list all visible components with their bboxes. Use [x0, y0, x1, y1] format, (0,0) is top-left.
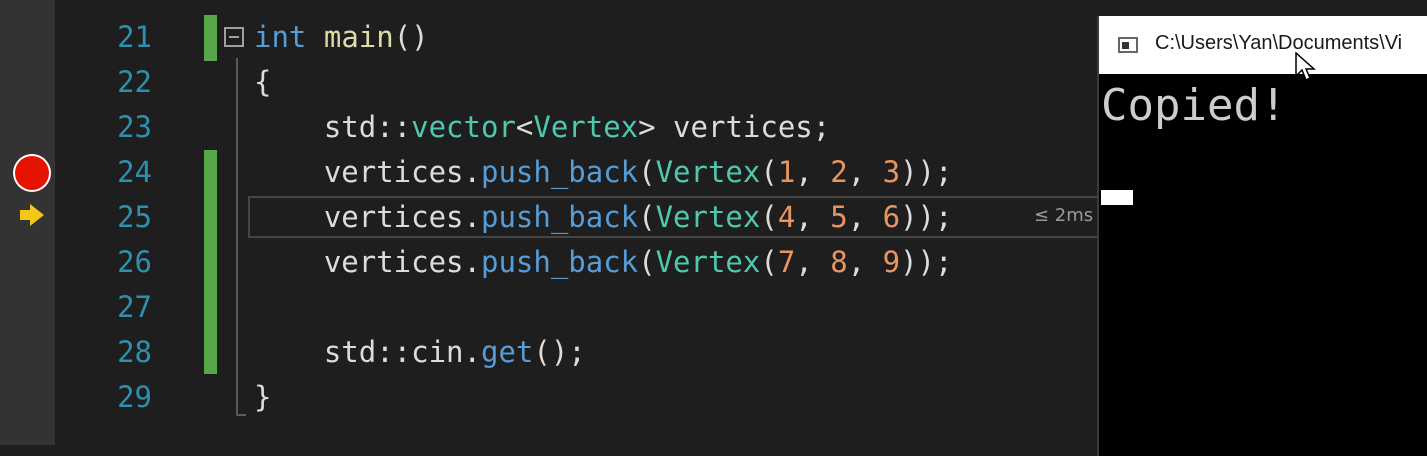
code-token: get [480, 335, 534, 369]
code-line[interactable]: 27 [0, 285, 1100, 330]
code-token: > vertices; [638, 110, 831, 144]
code-token: Vertex [533, 110, 639, 144]
code-token: ( [760, 245, 778, 279]
code-token: , [795, 245, 831, 279]
code-token: push_back [480, 200, 639, 234]
code-token: main [323, 20, 394, 54]
code-token: , [795, 200, 831, 234]
code-token: )); [900, 200, 953, 234]
code-token: )); [900, 155, 953, 189]
code-token: 8 [830, 245, 848, 279]
line-number: 25 [117, 200, 152, 234]
console-titlebar[interactable]: C:\Users\Yan\Documents\Vi [1099, 16, 1427, 74]
code-token: ( [760, 200, 778, 234]
code-token: std::cin. [254, 335, 481, 369]
line-number: 22 [117, 65, 152, 99]
code-token: Vertex [655, 245, 761, 279]
code-line[interactable]: 28 std::cin.get(); [0, 330, 1100, 375]
code-token: 2 [830, 155, 848, 189]
code-token: ( [638, 200, 656, 234]
code-token: ( [638, 245, 656, 279]
perf-tip[interactable]: ≤ 2ms [1034, 205, 1093, 226]
code-token: , [847, 200, 883, 234]
code-token: vertices. [254, 200, 481, 234]
code-token: vertices. [254, 155, 481, 189]
code-token: () [393, 20, 429, 54]
console-cursor [1101, 190, 1133, 205]
console-output: Copied! [1101, 80, 1287, 131]
code-line[interactable]: 23 std::vector<Vertex> vertices; [0, 105, 1100, 150]
code-token: 3 [882, 155, 901, 189]
code-token: vector [411, 110, 516, 144]
code-text[interactable]: } [254, 375, 271, 420]
code-token: push_back [480, 245, 639, 279]
code-text[interactable]: vertices.push_back(Vertex(7, 8, 9)); [254, 240, 953, 285]
code-token: Vertex [655, 200, 761, 234]
line-number: 26 [117, 245, 152, 279]
console-title: C:\Users\Yan\Documents\Vi [1155, 32, 1403, 54]
code-token: vertices. [254, 245, 481, 279]
code-token: push_back [480, 155, 639, 189]
code-token: ( [638, 155, 656, 189]
code-token: { [254, 65, 272, 99]
line-number: 28 [117, 335, 152, 369]
code-line[interactable]: 22 { [0, 60, 1100, 105]
code-token: 5 [830, 200, 848, 234]
code-token: 6 [882, 200, 901, 234]
code-token: 7 [777, 245, 796, 279]
code-token: 4 [777, 200, 796, 234]
code-text[interactable]: { [254, 60, 271, 105]
code-text[interactable]: int main() [254, 15, 429, 60]
code-token: , [795, 155, 831, 189]
code-token: < [515, 110, 534, 144]
mouse-pointer-icon [1295, 52, 1316, 82]
code-token: , [847, 155, 883, 189]
code-token: std:: [254, 110, 412, 144]
line-number: 21 [117, 20, 152, 54]
line-number: 24 [117, 155, 152, 189]
code-token: 1 [777, 155, 796, 189]
code-token: } [254, 380, 272, 414]
code-token: )); [900, 245, 953, 279]
code-line[interactable]: 25 vertices.push_back(Vertex(4, 5, 6)); [0, 195, 1100, 240]
code-text[interactable]: vertices.push_back(Vertex(4, 5, 6)); [254, 195, 953, 240]
code-token: ( [760, 155, 778, 189]
code-token: int [254, 20, 307, 54]
line-number: 29 [117, 380, 152, 414]
code-line[interactable]: 26 vertices.push_back(Vertex(7, 8, 9)); [0, 240, 1100, 285]
code-text[interactable]: std::vector<Vertex> vertices; [254, 105, 830, 150]
line-number: 23 [117, 110, 152, 144]
code-token: Vertex [655, 155, 761, 189]
console-window-icon [1118, 37, 1138, 53]
code-text[interactable]: vertices.push_back(Vertex(1, 2, 3)); [254, 150, 953, 195]
code-token: 9 [882, 245, 901, 279]
code-line[interactable]: 24 vertices.push_back(Vertex(1, 2, 3)); [0, 150, 1100, 195]
code-token: (); [533, 335, 586, 369]
code-text[interactable]: std::cin.get(); [254, 330, 586, 375]
code-token: , [847, 245, 883, 279]
code-line[interactable]: 21 int main() [0, 15, 1100, 60]
console-window[interactable]: C:\Users\Yan\Documents\Vi Copied! [1097, 16, 1427, 456]
line-number: 27 [117, 290, 152, 324]
code-line[interactable]: 29} [0, 375, 1100, 420]
